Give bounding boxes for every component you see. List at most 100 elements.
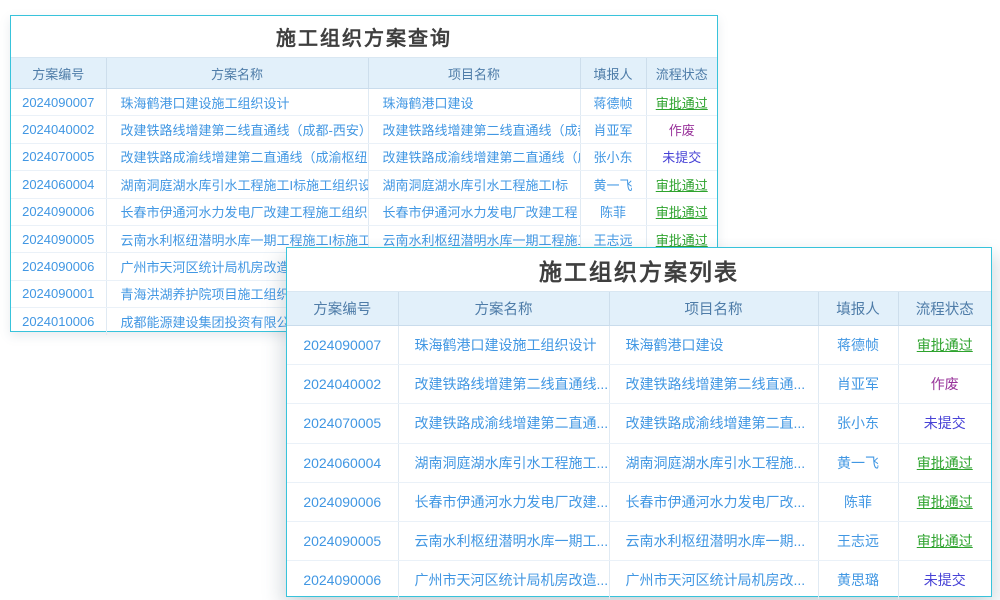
cell-status: 审批通过 [646, 198, 717, 225]
cell-project-name: 改建铁路线增建第二线直通... [609, 365, 818, 404]
cell-reporter: 张小东 [580, 143, 646, 170]
cell-reporter: 黄一飞 [580, 171, 646, 198]
panel-title: 施工组织方案查询 [11, 16, 717, 57]
cell-plan-name: 改建铁路线增建第二线直通线（成都-西安） [106, 116, 368, 143]
column-header-status: 流程状态 [898, 292, 991, 326]
cell-plan-name: 改建铁路线增建第二线直通线... [398, 365, 609, 404]
cell-plan-id: 2024090006 [287, 561, 398, 600]
status-label: 未提交 [924, 415, 966, 431]
column-header-reporter: 填报人 [580, 58, 646, 89]
cell-reporter: 陈菲 [818, 482, 898, 521]
column-header-plan-name: 方案名称 [398, 292, 609, 326]
cell-status: 作废 [646, 116, 717, 143]
status-label[interactable]: 审批通过 [656, 205, 708, 220]
status-label: 未提交 [662, 150, 701, 165]
status-label[interactable]: 审批通过 [917, 494, 973, 510]
cell-plan-id: 2024090001 [11, 280, 106, 307]
cell-status: 未提交 [646, 143, 717, 170]
cell-reporter: 王志远 [818, 521, 898, 560]
cell-plan-id: 2024090005 [11, 225, 106, 252]
status-label[interactable]: 审批通过 [656, 233, 708, 248]
cell-status: 未提交 [898, 561, 991, 600]
status-label: 作废 [669, 123, 695, 138]
status-label: 作废 [931, 376, 959, 392]
plan-list-table: 方案编号方案名称项目名称填报人流程状态 2024090007珠海鹤港口建设施工组… [287, 291, 991, 599]
cell-project-name: 广州市天河区统计局机房改... [609, 561, 818, 600]
table-row[interactable]: 2024090005云南水利枢纽潜明水库一期工...云南水利枢纽潜明水库一期..… [287, 521, 991, 560]
cell-plan-name: 湖南洞庭湖水库引水工程施工I标施工组织设计 [106, 171, 368, 198]
table-row[interactable]: 2024070005改建铁路成渝线增建第二直通线（成渝枢纽）改建铁路成渝线增建第… [11, 143, 717, 170]
cell-plan-id: 2024090006 [287, 482, 398, 521]
table-row[interactable]: 2024060004湖南洞庭湖水库引水工程施工...湖南洞庭湖水库引水工程施..… [287, 443, 991, 482]
status-label: 未提交 [924, 572, 966, 588]
status-label[interactable]: 审批通过 [917, 337, 973, 353]
column-header-project-name: 项目名称 [368, 58, 580, 89]
column-header-plan-name: 方案名称 [106, 58, 368, 89]
cell-plan-id: 2024090005 [287, 521, 398, 560]
cell-plan-id: 2024040002 [11, 116, 106, 143]
cell-plan-name: 长春市伊通河水力发电厂改建... [398, 482, 609, 521]
cell-plan-id: 2024090006 [11, 253, 106, 280]
cell-status: 审批通过 [898, 521, 991, 560]
column-header-project-name: 项目名称 [609, 292, 818, 326]
panel-title: 施工组织方案列表 [287, 248, 991, 291]
cell-status: 审批通过 [898, 482, 991, 521]
cell-plan-id: 2024090007 [287, 326, 398, 365]
cell-project-name: 云南水利枢纽潜明水库一期... [609, 521, 818, 560]
cell-plan-name: 云南水利枢纽潜明水库一期工... [398, 521, 609, 560]
cell-status: 未提交 [898, 404, 991, 443]
page: 施工组织方案查询 方案编号方案名称项目名称填报人流程状态 2024090007珠… [0, 0, 1000, 600]
cell-plan-id: 2024090007 [11, 89, 106, 116]
cell-plan-id: 2024070005 [11, 143, 106, 170]
cell-reporter: 蒋德帧 [818, 326, 898, 365]
column-header-reporter: 填报人 [818, 292, 898, 326]
table-row[interactable]: 2024040002改建铁路线增建第二线直通线...改建铁路线增建第二线直通..… [287, 365, 991, 404]
column-header-status: 流程状态 [646, 58, 717, 89]
cell-status: 作废 [898, 365, 991, 404]
cell-reporter: 张小东 [818, 404, 898, 443]
cell-status: 审批通过 [646, 171, 717, 198]
table-row[interactable]: 2024070005改建铁路成渝线增建第二直通...改建铁路成渝线增建第二直..… [287, 404, 991, 443]
column-header-plan-id: 方案编号 [11, 58, 106, 89]
cell-project-name: 珠海鹤港口建设 [368, 89, 580, 116]
cell-plan-name: 改建铁路成渝线增建第二直通线（成渝枢纽） [106, 143, 368, 170]
status-label[interactable]: 审批通过 [917, 455, 973, 471]
table-row[interactable]: 2024060004湖南洞庭湖水库引水工程施工I标施工组织设计湖南洞庭湖水库引水… [11, 171, 717, 198]
cell-plan-name: 广州市天河区统计局机房改造... [398, 561, 609, 600]
cell-project-name: 改建铁路成渝线增建第二直通线（成 [368, 143, 580, 170]
table-row[interactable]: 2024090006长春市伊通河水力发电厂改建...长春市伊通河水力发电厂改..… [287, 482, 991, 521]
cell-plan-id: 2024060004 [11, 171, 106, 198]
cell-project-name: 湖南洞庭湖水库引水工程施工I标 [368, 171, 580, 198]
cell-project-name: 长春市伊通河水力发电厂改... [609, 482, 818, 521]
table-row[interactable]: 2024040002改建铁路线增建第二线直通线（成都-西安）改建铁路线增建第二线… [11, 116, 717, 143]
header-row: 方案编号方案名称项目名称填报人流程状态 [287, 292, 991, 326]
cell-reporter: 陈菲 [580, 198, 646, 225]
cell-plan-name: 珠海鹤港口建设施工组织设计 [106, 89, 368, 116]
table-row[interactable]: 2024090006广州市天河区统计局机房改造...广州市天河区统计局机房改..… [287, 561, 991, 600]
cell-plan-id: 2024040002 [287, 365, 398, 404]
cell-reporter: 肖亚军 [580, 116, 646, 143]
cell-reporter: 黄思璐 [818, 561, 898, 600]
cell-reporter: 蒋德帧 [580, 89, 646, 116]
cell-status: 审批通过 [898, 326, 991, 365]
table-row[interactable]: 2024090007珠海鹤港口建设施工组织设计珠海鹤港口建设蒋德帧审批通过 [287, 326, 991, 365]
status-label[interactable]: 审批通过 [656, 96, 708, 111]
cell-status: 审批通过 [898, 443, 991, 482]
cell-plan-name: 长春市伊通河水力发电厂改建工程施工组织设计 [106, 198, 368, 225]
cell-reporter: 黄一飞 [818, 443, 898, 482]
cell-plan-id: 2024060004 [287, 443, 398, 482]
cell-plan-name: 改建铁路成渝线增建第二直通... [398, 404, 609, 443]
cell-project-name: 珠海鹤港口建设 [609, 326, 818, 365]
table-row[interactable]: 2024090006长春市伊通河水力发电厂改建工程施工组织设计长春市伊通河水力发… [11, 198, 717, 225]
status-label[interactable]: 审批通过 [917, 533, 973, 549]
table-row[interactable]: 2024090007珠海鹤港口建设施工组织设计珠海鹤港口建设蒋德帧审批通过 [11, 89, 717, 116]
column-header-plan-id: 方案编号 [287, 292, 398, 326]
cell-reporter: 肖亚军 [818, 365, 898, 404]
cell-plan-id: 2024070005 [287, 404, 398, 443]
cell-project-name: 湖南洞庭湖水库引水工程施... [609, 443, 818, 482]
cell-plan-id: 2024090006 [11, 198, 106, 225]
cell-project-name: 改建铁路成渝线增建第二直... [609, 404, 818, 443]
status-label[interactable]: 审批通过 [656, 178, 708, 193]
header-row: 方案编号方案名称项目名称填报人流程状态 [11, 58, 717, 89]
cell-plan-id: 2024010006 [11, 308, 106, 335]
